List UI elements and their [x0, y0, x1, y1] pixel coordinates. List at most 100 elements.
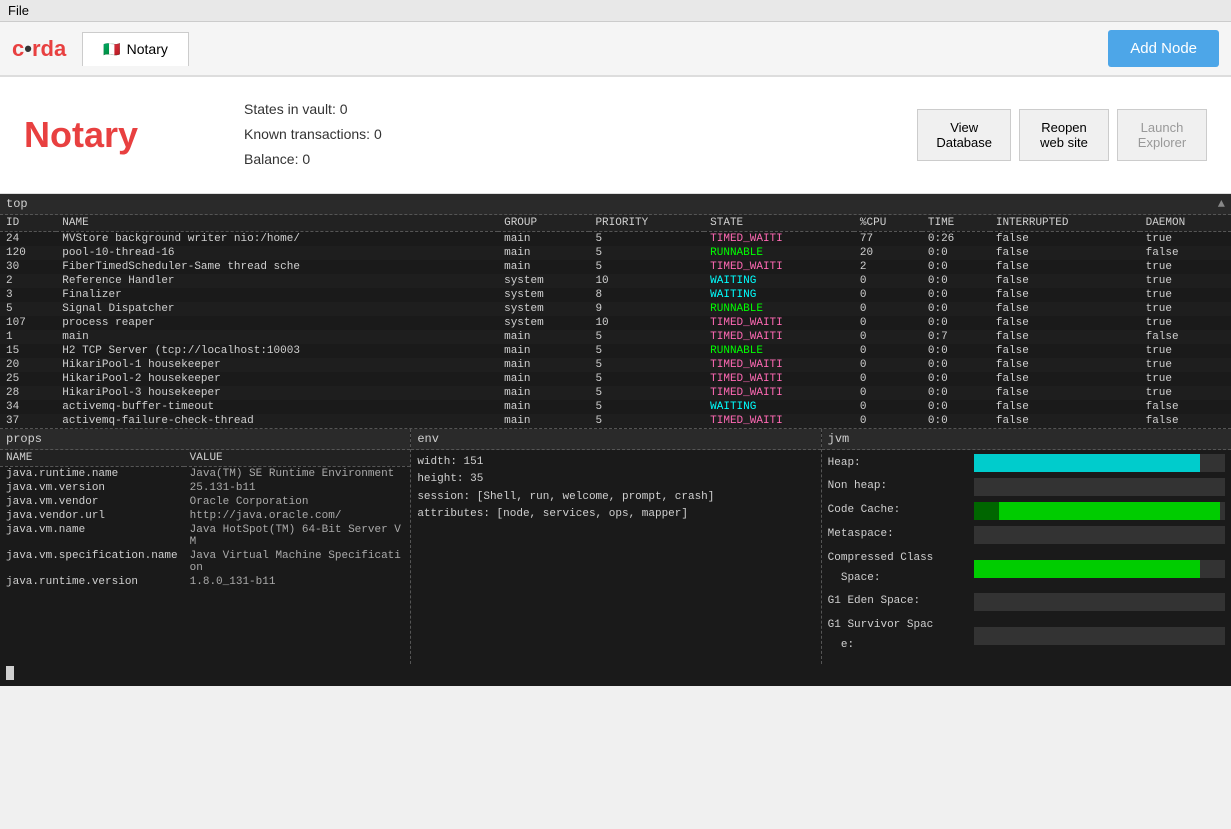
- cell-state: RUNNABLE: [704, 246, 854, 260]
- table-row: 120 pool-10-thread-16 main 5 RUNNABLE 20…: [0, 246, 1231, 260]
- props-col-value: VALUE: [184, 450, 411, 467]
- cell-interrupted: false: [990, 246, 1140, 260]
- cell-name: MVStore background writer nio:/home/: [56, 231, 498, 246]
- add-node-button[interactable]: Add Node: [1108, 30, 1219, 67]
- jvm-g1eden-bar: [974, 593, 1225, 611]
- cell-cpu: 0: [854, 330, 922, 344]
- cell-time: 0:0: [922, 386, 990, 400]
- env-height: height: 35: [417, 471, 814, 489]
- col-priority: PRIORITY: [589, 215, 704, 232]
- prop-value: http://java.oracle.com/: [184, 509, 411, 523]
- cell-interrupted: false: [990, 386, 1140, 400]
- cell-group: system: [498, 302, 589, 316]
- cell-name: Reference Handler: [56, 274, 498, 288]
- cell-name: H2 TCP Server (tcp://localhost:10003: [56, 344, 498, 358]
- cell-state: WAITING: [704, 274, 854, 288]
- threads-header-row: ID NAME GROUP PRIORITY STATE %CPU TIME I…: [0, 215, 1231, 232]
- jvm-metaspace-bar: [974, 526, 1225, 544]
- table-row: 24 MVStore background writer nio:/home/ …: [0, 231, 1231, 246]
- cell-name: HikariPool-3 housekeeper: [56, 386, 498, 400]
- cell-id: 34: [0, 400, 56, 414]
- table-row: 20 HikariPool-1 housekeeper main 5 TIMED…: [0, 358, 1231, 372]
- cell-name: process reaper: [56, 316, 498, 330]
- cell-interrupted: false: [990, 400, 1140, 414]
- cell-time: 0:0: [922, 302, 990, 316]
- cell-daemon: true: [1140, 302, 1231, 316]
- cell-time: 0:0: [922, 316, 990, 330]
- cell-priority: 5: [589, 260, 704, 274]
- cell-id: 30: [0, 260, 56, 274]
- cell-state: WAITING: [704, 400, 854, 414]
- cell-daemon: true: [1140, 386, 1231, 400]
- cell-interrupted: false: [990, 302, 1140, 316]
- top-label: top: [6, 197, 28, 211]
- table-row: java.runtime.version 1.8.0_131-b11: [0, 575, 410, 589]
- cell-id: 28: [0, 386, 56, 400]
- cell-state: WAITING: [704, 288, 854, 302]
- cell-daemon: true: [1140, 288, 1231, 302]
- scroll-indicator[interactable]: ▲: [1218, 197, 1225, 211]
- prop-value: 1.8.0_131-b11: [184, 575, 411, 589]
- jvm-codecache-bar: [974, 502, 1225, 520]
- node-title: Notary: [24, 114, 204, 156]
- view-database-button[interactable]: ViewDatabase: [917, 109, 1011, 161]
- cell-id: 5: [0, 302, 56, 316]
- cell-interrupted: false: [990, 414, 1140, 428]
- jvm-compclass-label: Compressed Class Space:: [828, 549, 968, 589]
- transactions-label: Known transactions:: [244, 126, 370, 142]
- node-actions: ViewDatabase Reopenweb site LaunchExplor…: [917, 109, 1207, 161]
- prop-value: Java(TM) SE Runtime Environment: [184, 466, 411, 481]
- jvm-codecache-fill1: [974, 502, 999, 520]
- env-panel: env width: 151 height: 35 session: [Shel…: [410, 429, 820, 664]
- cell-group: main: [498, 330, 589, 344]
- cell-cpu: 0: [854, 386, 922, 400]
- jvm-g1survivor-label: G1 Survivor Spac e:: [828, 616, 968, 656]
- cell-id: 25: [0, 372, 56, 386]
- file-menu[interactable]: File: [8, 3, 29, 18]
- prop-name: java.vm.version: [0, 481, 184, 495]
- jvm-codecache-fill2: [999, 502, 1220, 520]
- cell-group: system: [498, 274, 589, 288]
- cell-interrupted: false: [990, 330, 1140, 344]
- cell-cpu: 0: [854, 288, 922, 302]
- col-cpu: %CPU: [854, 215, 922, 232]
- cell-state: RUNNABLE: [704, 344, 854, 358]
- cell-priority: 10: [589, 274, 704, 288]
- prop-name: java.vm.vendor: [0, 495, 184, 509]
- cell-time: 0:0: [922, 414, 990, 428]
- table-row: java.runtime.name Java(TM) SE Runtime En…: [0, 466, 410, 481]
- table-row: 107 process reaper system 10 TIMED_WAITI…: [0, 316, 1231, 330]
- cell-state: RUNNABLE: [704, 302, 854, 316]
- cell-interrupted: false: [990, 358, 1140, 372]
- cell-time: 0:0: [922, 274, 990, 288]
- balance-label: Balance:: [244, 151, 298, 167]
- cell-interrupted: false: [990, 274, 1140, 288]
- cell-group: main: [498, 400, 589, 414]
- node-stats: States in vault: 0 Known transactions: 0…: [244, 97, 382, 173]
- cell-daemon: false: [1140, 330, 1231, 344]
- cell-priority: 8: [589, 288, 704, 302]
- cell-name: Finalizer: [56, 288, 498, 302]
- prop-value: Oracle Corporation: [184, 495, 411, 509]
- props-col-name: NAME: [0, 450, 184, 467]
- cell-id: 37: [0, 414, 56, 428]
- terminal-cursor: [6, 666, 14, 680]
- table-row: java.vm.specification.name Java Virtual …: [0, 549, 410, 575]
- table-row: 37 activemq-failure-check-thread main 5 …: [0, 414, 1231, 428]
- jvm-header: jvm: [822, 429, 1231, 450]
- reopen-website-button[interactable]: Reopenweb site: [1019, 109, 1109, 161]
- states-label: States in vault:: [244, 101, 336, 117]
- cell-state: TIMED_WAITI: [704, 358, 854, 372]
- jvm-g1eden-label: G1 Eden Space:: [828, 592, 968, 612]
- col-daemon: DAEMON: [1140, 215, 1231, 232]
- launch-explorer-button[interactable]: LaunchExplorer: [1117, 109, 1207, 161]
- jvm-codecache-row: Code Cache:: [828, 501, 1225, 521]
- top-bar: c•rda 🇮🇹 Notary Add Node: [0, 22, 1231, 77]
- env-content: width: 151 height: 35 session: [Shell, r…: [411, 450, 820, 528]
- cell-group: system: [498, 288, 589, 302]
- cell-time: 0:0: [922, 246, 990, 260]
- notary-tab[interactable]: 🇮🇹 Notary: [82, 32, 189, 66]
- cell-daemon: true: [1140, 274, 1231, 288]
- tab-flag: 🇮🇹: [103, 41, 120, 58]
- env-attributes: attributes: [node, services, ops, mapper…: [417, 506, 814, 524]
